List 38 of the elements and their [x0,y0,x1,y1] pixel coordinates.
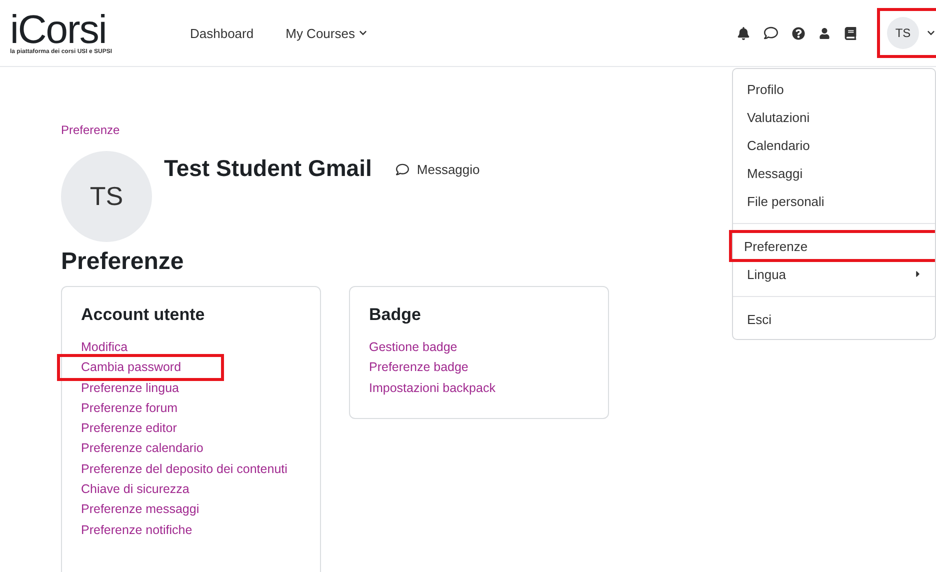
menu-item[interactable]: Esci [733,305,935,333]
menu-item[interactable]: File personali [733,187,935,215]
menu-item[interactable]: Calendario [733,131,935,159]
chevron-icon [927,29,935,37]
user-menu-button[interactable]: TS [877,8,936,58]
card-title: Account utente [81,305,206,325]
page-title: Preferenze [61,248,184,276]
preference-link[interactable]: Preferenze del deposito dei contenuti [81,458,288,480]
preference-link[interactable]: Preferenze editor [81,418,177,438]
nav-link[interactable]: My Courses [286,26,367,40]
preference-link[interactable]: Impostazioni backpack [369,378,496,398]
nav-link[interactable]: Dashboard [190,26,254,40]
message-link[interactable]: Messaggio [396,161,480,177]
card-title: Badge [369,305,422,325]
bell-icon[interactable] [737,26,750,40]
preference-link[interactable]: Preferenze badge [369,357,468,378]
breadcrumb-link[interactable]: Preferenze [61,123,120,137]
person-icon[interactable] [819,28,830,38]
menu-item[interactable]: Valutazioni [733,103,935,131]
help-icon[interactable] [792,26,805,40]
preference-link[interactable]: Cambia password [57,354,224,381]
speech-bubble-icon[interactable] [764,26,778,40]
menu-item[interactable]: Preferenze [729,230,935,262]
preference-link[interactable]: Preferenze calendario [81,438,204,459]
menu-item[interactable]: Messaggi [733,159,935,187]
speech-bubble-icon [396,162,409,176]
preference-link[interactable]: Preferenze messaggi [81,499,200,520]
logo-title: iCorsi [10,11,106,49]
preference-link[interactable]: Chiave di sicurezza [81,479,190,500]
menu-item[interactable]: Lingua [733,260,935,288]
profile-avatar: TS [61,151,152,242]
menu-item[interactable]: Profilo [733,75,935,103]
user-avatar: TS [887,17,919,49]
book-icon[interactable] [844,26,857,40]
preference-link[interactable]: Preferenze forum [81,398,178,418]
user-name: Test Student Gmail [164,155,372,183]
preference-link[interactable]: Gestione badge [369,337,458,358]
preference-link[interactable]: Preferenze notifiche [81,520,192,540]
